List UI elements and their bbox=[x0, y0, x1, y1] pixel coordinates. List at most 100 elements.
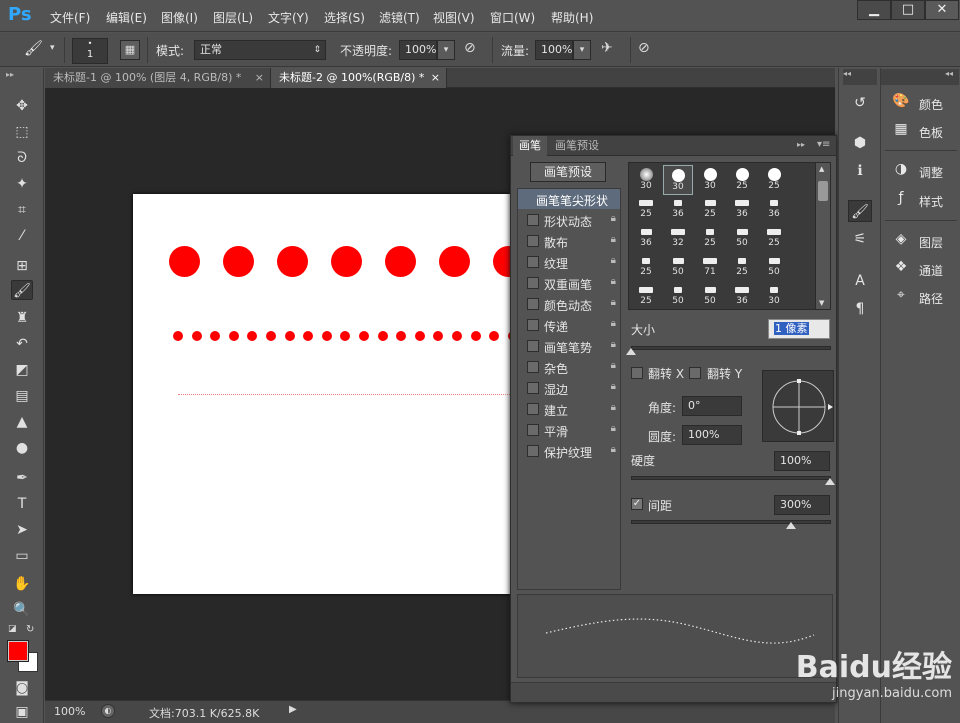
brush-tip[interactable]: 25 bbox=[727, 165, 757, 195]
move-tool-icon[interactable]: ✥ bbox=[11, 96, 33, 116]
opacity-dropdown-button[interactable]: ▾ bbox=[437, 40, 455, 60]
option-checkbox[interactable] bbox=[527, 256, 539, 268]
brush-panel-icon[interactable]: 🖌 bbox=[848, 200, 872, 222]
angle-field[interactable]: 0° bbox=[682, 396, 742, 416]
flow-field[interactable]: 100% bbox=[535, 40, 573, 60]
tool-preset-dropdown-icon[interactable]: ▾ bbox=[50, 43, 55, 53]
brush-tip[interactable]: 36 bbox=[759, 194, 789, 224]
lock-icon[interactable]: 🔒︎ bbox=[611, 276, 616, 287]
brush-tip[interactable]: 30 bbox=[759, 281, 789, 311]
history-brush-tool-icon[interactable]: ↶ bbox=[11, 334, 33, 354]
gradient-tool-icon[interactable]: ▤ bbox=[11, 386, 33, 406]
lock-icon[interactable]: 🔒︎ bbox=[611, 318, 616, 329]
swap-colors-icon[interactable]: ↻ bbox=[26, 624, 34, 635]
hardness-field[interactable]: 100% bbox=[774, 451, 830, 471]
opacity-field[interactable]: 100% bbox=[399, 40, 437, 60]
option-row[interactable]: 平滑 🔒︎ bbox=[518, 420, 620, 440]
size-slider[interactable] bbox=[631, 346, 831, 350]
option-row[interactable]: 颜色动态 🔒︎ bbox=[518, 294, 620, 314]
hand-tool-icon[interactable]: ✋ bbox=[11, 574, 33, 594]
brush-tip[interactable]: 36 bbox=[727, 194, 757, 224]
status-info-icon[interactable]: ◐ bbox=[101, 704, 115, 718]
brush-tip[interactable]: 32 bbox=[663, 223, 693, 253]
option-checkbox[interactable] bbox=[527, 235, 539, 247]
3d-panel-icon[interactable]: ⬢ bbox=[848, 132, 872, 154]
panel-paths[interactable]: ⌖ 路径 bbox=[881, 284, 960, 310]
flip-y-checkbox[interactable] bbox=[689, 367, 701, 379]
scrollbar-thumb[interactable] bbox=[818, 181, 828, 201]
dodge-tool-icon[interactable]: ● bbox=[11, 438, 33, 458]
brush-tip[interactable]: 30 bbox=[695, 165, 725, 195]
character-panel-icon[interactable]: A bbox=[848, 270, 872, 292]
spacing-slider[interactable] bbox=[631, 520, 831, 524]
brush-tip[interactable]: 25 bbox=[759, 165, 789, 195]
angle-roundness-widget[interactable] bbox=[762, 370, 834, 442]
menu-select[interactable]: 选择(S) bbox=[324, 9, 365, 26]
brush-panel-toggle-icon[interactable]: ▦ bbox=[120, 40, 140, 60]
lock-icon[interactable]: 🔒︎ bbox=[611, 255, 616, 266]
option-checkbox[interactable] bbox=[527, 214, 539, 226]
brush-tip[interactable]: 50 bbox=[695, 281, 725, 311]
eyedropper-tool-icon[interactable]: ⁄ bbox=[11, 226, 33, 246]
brush-tip-grid[interactable]: 30 30 30 25 25 25 36 25 36 36 36 32 25 50 25 25 50 71 25 50… bbox=[628, 162, 831, 310]
mode-select[interactable]: 正常 ⇕ bbox=[194, 40, 326, 60]
panel-channels[interactable]: ❖ 通道 bbox=[881, 256, 960, 282]
close-tab-icon[interactable]: × bbox=[431, 68, 440, 88]
lock-icon[interactable]: 🔒︎ bbox=[611, 213, 616, 224]
brush-tip[interactable]: 25 bbox=[695, 223, 725, 253]
scroll-down-icon[interactable]: ▼ bbox=[819, 299, 824, 307]
blur-tool-icon[interactable]: ▲ bbox=[11, 412, 33, 432]
document-canvas[interactable] bbox=[133, 194, 513, 594]
menu-view[interactable]: 视图(V) bbox=[433, 9, 475, 26]
tab-brush[interactable]: 画笔 bbox=[513, 136, 547, 156]
menu-layer[interactable]: 图层(L) bbox=[213, 9, 253, 26]
opacity-pressure-icon[interactable]: ⊘ bbox=[464, 40, 486, 60]
menu-file[interactable]: 文件(F) bbox=[50, 9, 90, 26]
path-selection-tool-icon[interactable]: ➤ bbox=[11, 520, 33, 540]
lock-icon[interactable]: 🔒︎ bbox=[611, 234, 616, 245]
option-checkbox[interactable] bbox=[527, 424, 539, 436]
brush-tip[interactable]: 25 bbox=[631, 281, 661, 311]
option-row[interactable]: 保护纹理 🔒︎ bbox=[518, 441, 620, 461]
clone-source-panel-icon[interactable]: ⚟ bbox=[848, 228, 872, 250]
healing-brush-tool-icon[interactable]: ⊞ bbox=[11, 256, 33, 276]
panel-adjustments[interactable]: ◑ 调整 bbox=[881, 158, 960, 184]
minimize-button[interactable]: ▁ bbox=[857, 0, 891, 20]
option-row[interactable]: 建立 🔒︎ bbox=[518, 399, 620, 419]
spacing-slider-thumb[interactable] bbox=[786, 522, 796, 529]
brush-tool-icon[interactable]: 🖌 bbox=[11, 280, 33, 300]
close-tab-icon[interactable]: × bbox=[255, 68, 264, 88]
menu-window[interactable]: 窗口(W) bbox=[490, 9, 535, 26]
brush-tip[interactable]: 30 bbox=[631, 165, 661, 195]
menu-image[interactable]: 图像(I) bbox=[161, 9, 198, 26]
option-checkbox[interactable] bbox=[527, 277, 539, 289]
foreground-color-swatch[interactable] bbox=[7, 640, 29, 662]
flow-dropdown-button[interactable]: ▾ bbox=[573, 40, 591, 60]
size-pressure-icon[interactable]: ⊘ bbox=[638, 40, 660, 60]
option-checkbox[interactable] bbox=[527, 298, 539, 310]
scroll-up-icon[interactable]: ▲ bbox=[819, 165, 824, 173]
brush-tip[interactable]: 25 bbox=[631, 194, 661, 224]
flip-x-checkbox[interactable] bbox=[631, 367, 643, 379]
collapse-panels-icon[interactable]: ◂◂ bbox=[881, 69, 959, 85]
tab-brush-presets[interactable]: 画笔预设 bbox=[549, 136, 605, 156]
close-window-button[interactable]: ✕ bbox=[925, 0, 959, 20]
lock-icon[interactable]: 🔒︎ bbox=[611, 339, 616, 350]
history-panel-icon[interactable]: ↺ bbox=[848, 92, 872, 114]
tab-document-2[interactable]: 未标题-2 @ 100%(RGB/8) * × bbox=[271, 68, 447, 88]
brush-tip[interactable]: 25 bbox=[727, 252, 757, 282]
spacing-checkbox[interactable]: ✓ bbox=[631, 498, 643, 510]
lock-icon[interactable]: 🔒︎ bbox=[611, 423, 616, 434]
panel-swatches[interactable]: ▦ 色板 bbox=[881, 118, 960, 144]
type-tool-icon[interactable]: T bbox=[11, 494, 33, 514]
panel-menu-icon[interactable]: ▾≡ bbox=[817, 139, 830, 150]
brush-tip[interactable]: 36 bbox=[663, 194, 693, 224]
brush-tip[interactable]: 50 bbox=[759, 252, 789, 282]
option-row[interactable]: 湿边 🔒︎ bbox=[518, 378, 620, 398]
maximize-button[interactable]: □ bbox=[891, 0, 925, 20]
hardness-slider-thumb[interactable] bbox=[825, 478, 835, 485]
option-checkbox[interactable] bbox=[527, 319, 539, 331]
hardness-slider[interactable] bbox=[631, 476, 831, 480]
brush-tip[interactable]: 50 bbox=[663, 281, 693, 311]
option-row[interactable]: 双重画笔 🔒︎ bbox=[518, 273, 620, 293]
